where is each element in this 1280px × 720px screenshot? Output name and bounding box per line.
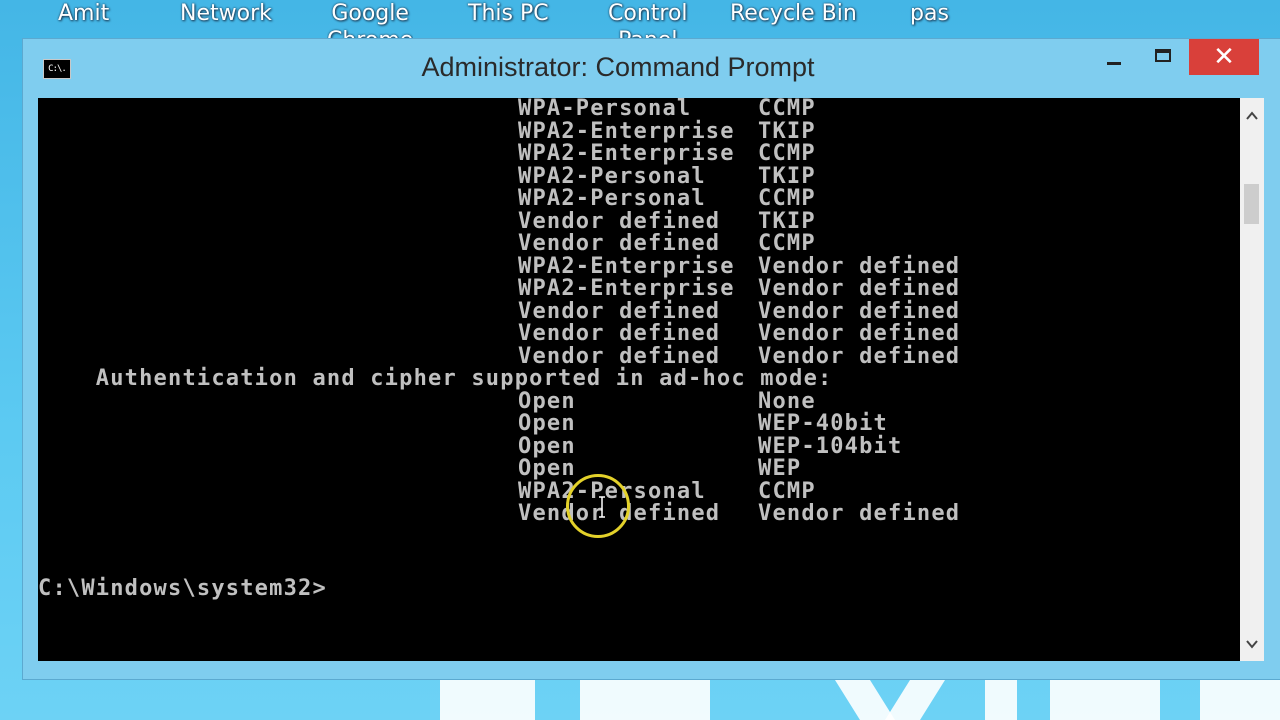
console-auth-cell: Open [518, 456, 576, 481]
scrollbar-thumb[interactable] [1244, 184, 1259, 224]
console-cipher-cell: CCMP [758, 231, 816, 256]
console-auth-cell: WPA2-Personal [518, 186, 706, 211]
console-cipher-cell: WEP [758, 456, 802, 481]
console-auth-cell: Vendor defined [518, 208, 721, 234]
console-output[interactable]: WPA-Personal CCMP WPA2-Enterprise TKIP WPA2-… [38, 98, 1240, 661]
desktop-icon-recycle-bin[interactable]: Recycle Bin [730, 0, 857, 28]
console-auth-cell: Vendor defined [518, 501, 721, 526]
console-adhoc-heading: Authentication and cipher supported in a… [38, 366, 833, 391]
console-auth-cell: WPA2-Enterprise [518, 276, 735, 301]
desktop-icon-amit[interactable]: Amit [58, 0, 109, 28]
minimize-button[interactable] [1087, 39, 1137, 75]
desktop-icon-label: Control [608, 1, 688, 26]
scroll-up-button[interactable] [1240, 102, 1264, 130]
vertical-scrollbar[interactable] [1240, 98, 1264, 661]
console-cipher-cell: WEP-104bit [758, 433, 903, 459]
console-cipher-cell: CCMP [758, 98, 816, 121]
console-auth-cell: WPA2-Personal [518, 478, 706, 504]
command-prompt-window[interactable]: C:\. Administrator: Command Prompt ✕ WPA… [22, 38, 1280, 680]
console-auth-cell: Vendor defined [518, 231, 721, 256]
console-auth-cell: WPA2-Personal [518, 163, 706, 189]
console-cipher-cell: Vendor defined [758, 343, 961, 369]
maximize-icon [1155, 49, 1171, 62]
maximize-button[interactable] [1139, 39, 1189, 75]
close-button[interactable]: ✕ [1189, 39, 1259, 75]
desktop-icon-network[interactable]: Network [180, 0, 272, 28]
console-auth-cell: Open [518, 388, 576, 414]
console-cipher-cell: CCMP [758, 141, 816, 166]
window-title: Administrator: Command Prompt [421, 52, 815, 82]
console-auth-cell: WPA2-Enterprise [518, 141, 735, 166]
console-cipher-cell: WEP-40bit [758, 411, 889, 436]
console-cipher-cell: None [758, 388, 816, 414]
chevron-down-icon [1246, 640, 1258, 649]
desktop-icon-label: Amit [58, 1, 110, 26]
desktop-icon-label: Google [331, 1, 409, 26]
title-bar[interactable]: C:\. Administrator: Command Prompt ✕ [23, 39, 1280, 97]
console-cipher-cell: TKIP [758, 118, 816, 144]
console-cipher-cell: Vendor defined [758, 298, 961, 324]
console-auth-cell: Vendor defined [518, 298, 721, 324]
close-icon: ✕ [1213, 42, 1235, 72]
console-auth-cell: WPA-Personal [518, 98, 692, 121]
console-cipher-cell: TKIP [758, 163, 816, 189]
desktop-icon-label: This PC [468, 1, 549, 26]
scroll-down-button[interactable] [1240, 630, 1264, 658]
console-auth-cell: Open [518, 433, 576, 459]
console-auth-cell: Vendor defined [518, 343, 721, 369]
console-prompt[interactable]: C:\Windows\system32> [38, 577, 327, 601]
console-cipher-cell: CCMP [758, 478, 816, 504]
desktop-icon-control-panel[interactable]: Control Panel [608, 0, 688, 42]
desktop-icon-label: Network [180, 1, 272, 26]
minimize-icon [1107, 62, 1121, 65]
console-cipher-cell: Vendor defined [758, 253, 961, 279]
desktop-icon-google-chrome[interactable]: Google Chrome [327, 0, 413, 42]
console-cipher-cell: CCMP [758, 186, 816, 211]
desktop-icon-label: pas [910, 1, 949, 26]
console-auth-cell: WPA2-Enterprise [518, 253, 735, 279]
desktop-icon-label: Recycle Bin [730, 1, 857, 26]
console-cipher-cell: TKIP [758, 208, 816, 234]
chevron-up-icon [1246, 111, 1258, 120]
wallpaper-shapes [440, 680, 1280, 720]
console-auth-cell: WPA2-Enterprise [518, 118, 735, 144]
console-auth-cell: Vendor defined [518, 321, 721, 346]
console-auth-cell: Open [518, 411, 576, 436]
console-cipher-cell: Vendor defined [758, 501, 961, 526]
desktop-icon-this-pc[interactable]: This PC [468, 0, 549, 28]
console-cipher-cell: Vendor defined [758, 321, 961, 346]
desktop-icon-pas[interactable]: pas [910, 0, 949, 28]
console-cipher-cell: Vendor defined [758, 276, 961, 301]
